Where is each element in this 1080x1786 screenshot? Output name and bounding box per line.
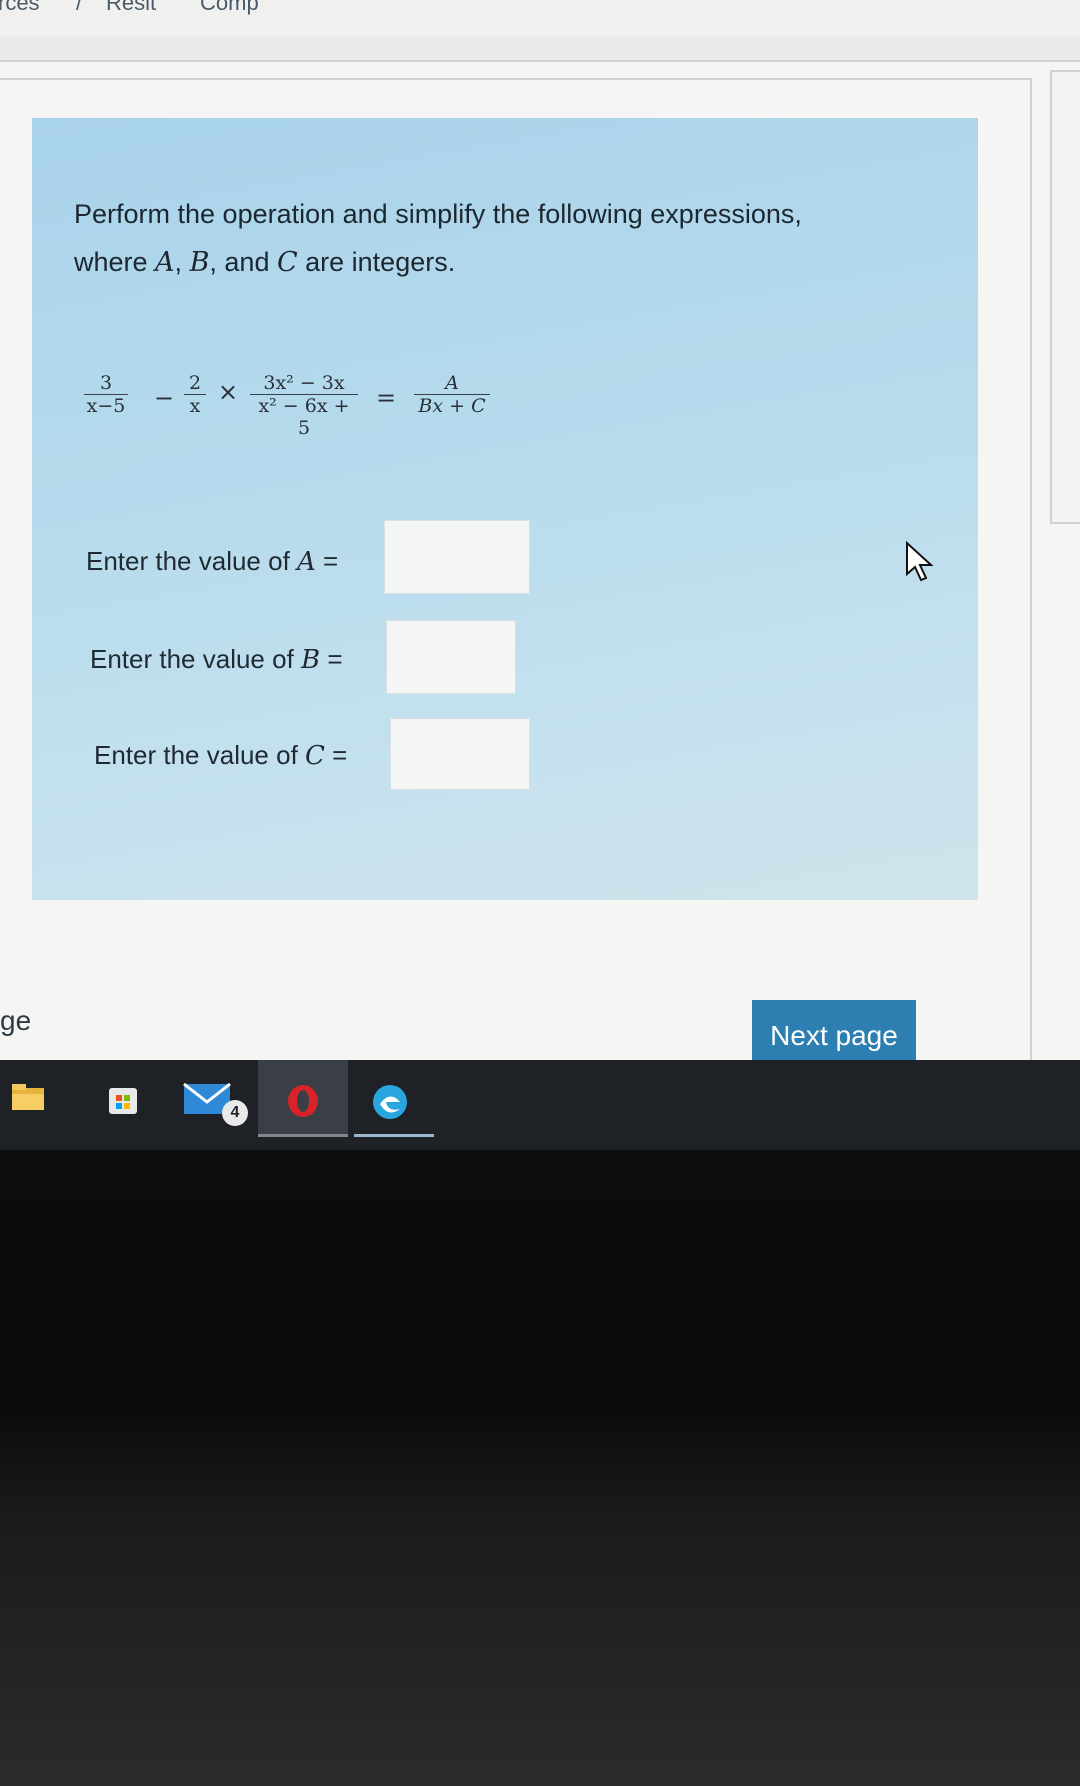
prompt-comma: , bbox=[174, 247, 190, 277]
equals-sign: = bbox=[376, 384, 397, 412]
fraction-4-denominator: Bx + C bbox=[418, 395, 486, 417]
mail-badge: 4 bbox=[222, 1100, 248, 1126]
fraction-4-numerator: A bbox=[414, 372, 490, 395]
opera-icon[interactable] bbox=[284, 1082, 322, 1120]
var-b: B bbox=[189, 247, 210, 278]
field-c-label-text: Enter the value of bbox=[94, 740, 306, 770]
field-a-label-text: Enter the value of bbox=[86, 546, 298, 576]
mouse-cursor-icon bbox=[906, 540, 934, 582]
prompt-are-integers: are integers. bbox=[297, 247, 456, 277]
page-edge-text: ge bbox=[0, 1005, 32, 1036]
monitor-bezel bbox=[0, 1150, 1080, 1786]
fraction-3-numerator: 3x² − 3x bbox=[250, 372, 358, 395]
question-prompt: Perform the operation and simplify the f… bbox=[74, 190, 954, 287]
field-c-equals: = bbox=[324, 740, 348, 770]
breadcrumb-item-comp[interactable]: Comp bbox=[200, 0, 259, 16]
fraction-4: A Bx + C bbox=[414, 372, 490, 417]
store-icon[interactable] bbox=[106, 1082, 140, 1116]
field-c-label: Enter the value of C = bbox=[94, 740, 347, 771]
field-a-equals: = bbox=[315, 546, 339, 576]
field-b-label-text: Enter the value of bbox=[90, 644, 302, 674]
taskbar: 4 bbox=[0, 1060, 1080, 1160]
times-sign: × bbox=[218, 378, 239, 406]
prompt-line-2: where A, B, and C are integers. bbox=[74, 238, 954, 287]
edge-icon[interactable] bbox=[370, 1082, 410, 1122]
var-c: C bbox=[276, 247, 298, 278]
minus-sign: − bbox=[154, 384, 175, 412]
prompt-line-1: Perform the operation and simplify the f… bbox=[74, 199, 802, 229]
fraction-1-numerator: 3 bbox=[84, 372, 128, 395]
field-c-var: C bbox=[305, 741, 325, 771]
breadcrumb-item-resources[interactable]: rces bbox=[0, 0, 40, 16]
prompt-where: where bbox=[74, 247, 156, 277]
fraction-3-denominator: x² − 6x + 5 bbox=[258, 395, 350, 439]
breadcrumb-item-resit[interactable]: Resit bbox=[106, 0, 156, 16]
breadcrumb: rces / Resit Comp bbox=[0, 0, 1080, 36]
field-b-label: Enter the value of B = bbox=[90, 644, 343, 675]
file-explorer-icon[interactable] bbox=[10, 1082, 46, 1112]
field-b-var: B bbox=[301, 645, 321, 675]
edge-active-indicator bbox=[354, 1134, 434, 1137]
fraction-1: 3 x−5 bbox=[84, 372, 128, 417]
fraction-1-denominator: x−5 bbox=[86, 395, 126, 417]
answer-a-input[interactable] bbox=[384, 520, 530, 594]
field-a-var: A bbox=[297, 547, 316, 577]
fraction-2-denominator: x bbox=[189, 395, 201, 417]
answer-b-input[interactable] bbox=[386, 620, 516, 694]
fraction-3: 3x² − 3x x² − 6x + 5 bbox=[250, 372, 358, 439]
fraction-2: 2 x bbox=[184, 372, 206, 417]
opera-active-indicator bbox=[258, 1134, 348, 1137]
fraction-2-numerator: 2 bbox=[184, 372, 206, 395]
field-a-label: Enter the value of A = bbox=[86, 546, 338, 577]
prompt-and: , and bbox=[209, 247, 277, 277]
answer-c-input[interactable] bbox=[390, 718, 530, 790]
side-panel bbox=[1050, 70, 1080, 524]
field-b-equals: = bbox=[320, 644, 343, 674]
var-a: A bbox=[155, 247, 175, 278]
breadcrumb-separator: / bbox=[76, 0, 83, 15]
